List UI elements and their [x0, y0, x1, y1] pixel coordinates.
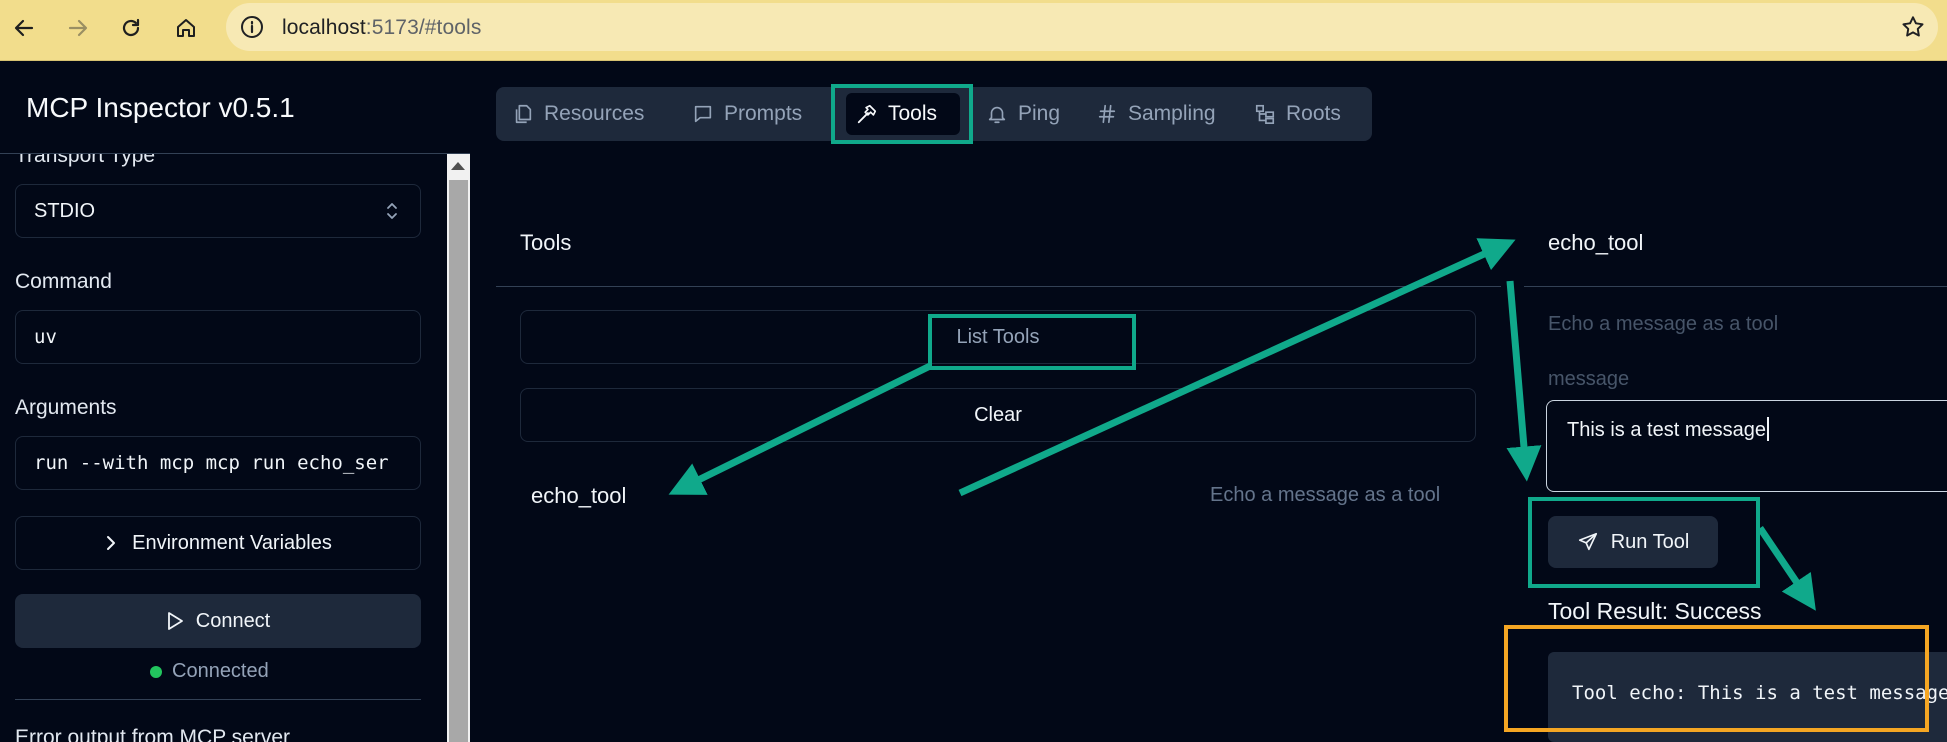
command-input[interactable]: uv: [15, 310, 421, 364]
tools-tab-highlight: [831, 84, 973, 144]
run-tool-highlight: [1528, 497, 1760, 588]
message-input-value: This is a test message: [1567, 417, 1769, 442]
tool-detail-title: echo_tool: [1548, 230, 1644, 255]
play-icon: [167, 612, 183, 630]
reload-icon: [122, 18, 140, 37]
tab-roots-label: Roots: [1286, 102, 1341, 125]
sidebar: MCP Inspector v0.5.1 Transport Type STDI…: [0, 62, 470, 742]
browser-toolbar: localhost:5173/#tools: [0, 0, 1947, 61]
tab-ping[interactable]: Ping: [976, 93, 1070, 135]
tool-result-title: Tool Result: Success: [1548, 598, 1762, 624]
scrollbar-thumb[interactable]: [449, 180, 468, 742]
tool-list-item-description[interactable]: Echo a message as a tool: [1210, 484, 1440, 507]
message-param-label: message: [1548, 368, 1630, 390]
environment-variables-label: Environment Variables: [132, 531, 332, 554]
transport-type-label: Transport Type: [15, 154, 156, 167]
arrow-right-icon: [68, 19, 88, 37]
tab-sampling-label: Sampling: [1128, 102, 1216, 125]
error-output-label: Error output from MCP server: [15, 726, 291, 742]
transport-type-value: STDIO: [34, 200, 96, 222]
address-bar[interactable]: localhost:5173/#tools: [226, 3, 1938, 51]
site-info-icon[interactable]: [240, 15, 264, 44]
sidebar-scrollbar[interactable]: [447, 154, 470, 742]
sidebar-divider: [15, 699, 421, 700]
tool-detail-description: Echo a message as a tool: [1548, 313, 1779, 335]
clear-label: Clear: [974, 403, 1022, 426]
transport-type-select[interactable]: STDIO: [15, 184, 421, 238]
url-text[interactable]: localhost:5173/#tools: [282, 16, 481, 40]
bookmark-star-icon[interactable]: [1900, 14, 1926, 45]
status-dot-icon: [150, 665, 162, 678]
connect-label: Connect: [195, 609, 271, 632]
bell-icon: [988, 106, 1006, 124]
message-square-icon: [694, 105, 712, 123]
back-button[interactable]: [5, 9, 43, 47]
tool-result-highlight: [1504, 625, 1929, 732]
app-title: MCP Inspector v0.5.1: [26, 92, 295, 123]
chevron-right-icon: [107, 536, 116, 550]
command-value: uv: [34, 326, 57, 348]
connection-status: Connected: [150, 660, 269, 683]
arguments-value: run --with mcp mcp run echo_ser: [34, 452, 389, 474]
tools-panel-title: Tools: [520, 230, 572, 255]
home-button[interactable]: [167, 9, 205, 47]
connect-button[interactable]: Connect: [15, 594, 421, 648]
clear-button[interactable]: Clear: [520, 388, 1476, 442]
message-input[interactable]: This is a test message: [1546, 400, 1947, 492]
arguments-input[interactable]: run --with mcp mcp run echo_ser: [15, 436, 421, 490]
environment-variables-button[interactable]: Environment Variables: [15, 516, 421, 570]
arrow-left-icon: [14, 19, 34, 37]
tab-sampling[interactable]: Sampling: [1086, 93, 1226, 135]
arrow-detail-to-run: [1506, 280, 1542, 482]
tool-list-item-name[interactable]: echo_tool: [531, 483, 626, 509]
folder-tree-icon: [1255, 104, 1275, 124]
status-text: Connected: [172, 660, 269, 682]
arguments-label: Arguments: [15, 396, 117, 419]
scroll-up-arrow-icon[interactable]: [451, 162, 465, 170]
tab-ping-label: Ping: [1018, 102, 1061, 125]
command-label: Command: [15, 270, 112, 293]
tab-roots[interactable]: Roots: [1244, 93, 1351, 135]
files-icon: [515, 104, 532, 124]
hash-icon: [1098, 104, 1116, 124]
home-icon: [177, 19, 195, 37]
tools-panel-divider: [496, 286, 1501, 287]
tab-resources[interactable]: Resources: [502, 93, 654, 135]
arrow-run-to-result: [1757, 526, 1816, 611]
tab-resources-label: Resources: [544, 102, 645, 125]
tool-detail-divider: [1524, 286, 1947, 287]
sidebar-header: MCP Inspector v0.5.1: [0, 62, 470, 154]
list-tools-highlight: [928, 314, 1136, 370]
chevrons-up-down-icon: [384, 200, 400, 227]
forward-button[interactable]: [59, 9, 97, 47]
tab-prompts[interactable]: Prompts: [682, 93, 812, 135]
tab-prompts-label: Prompts: [724, 102, 803, 125]
sidebar-content[interactable]: Transport Type STDIO Command uv Argument…: [0, 154, 448, 742]
reload-button[interactable]: [112, 9, 150, 47]
